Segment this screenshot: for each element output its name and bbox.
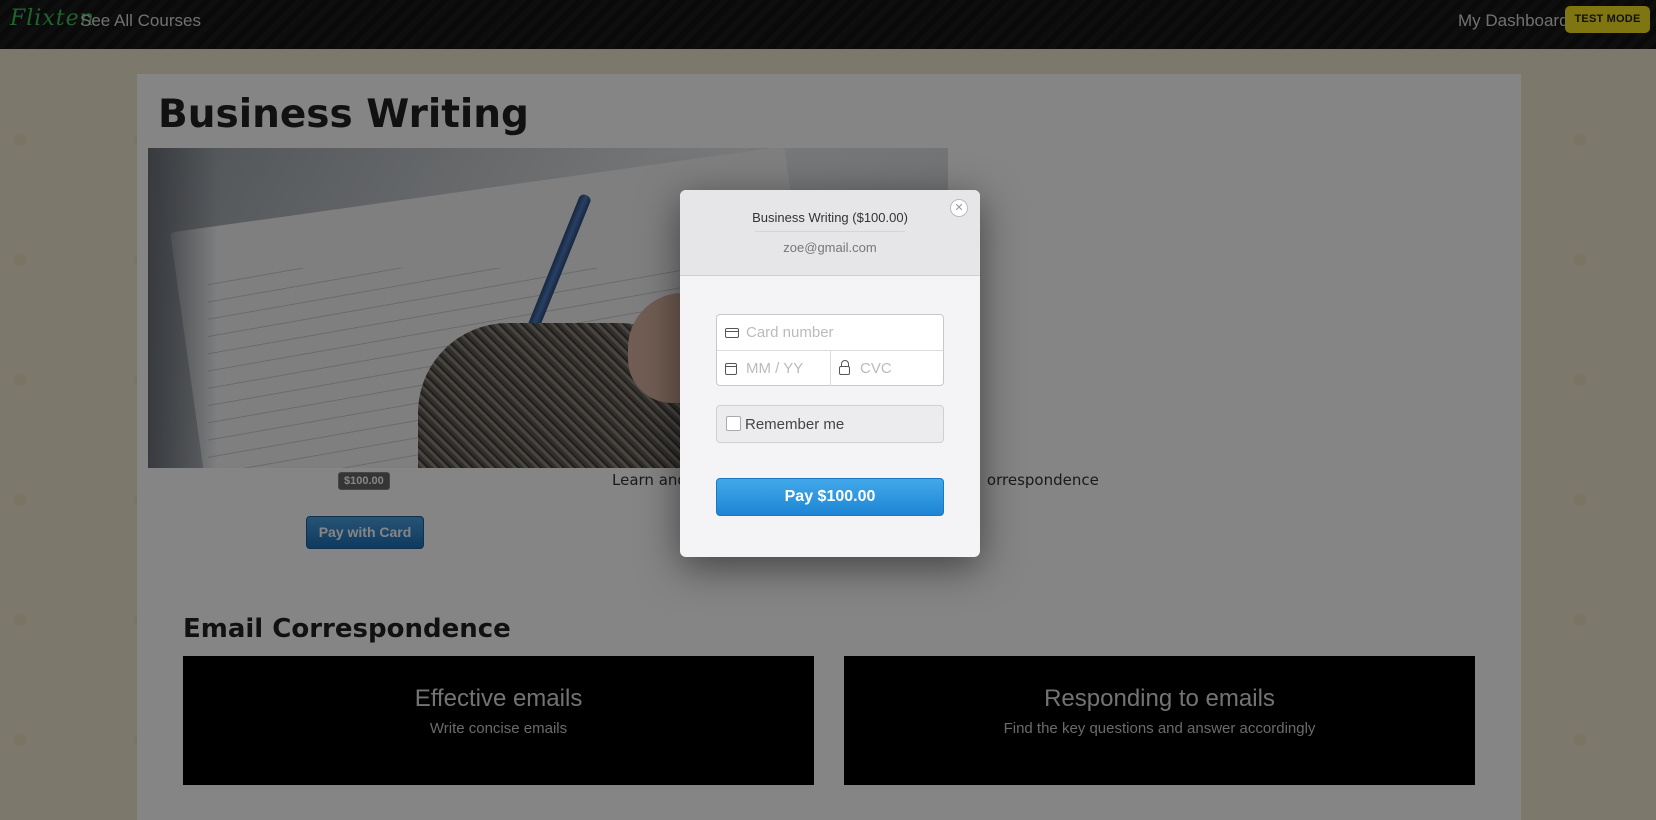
close-button[interactable]: ✕ [950, 199, 968, 217]
remember-me-checkbox[interactable] [726, 416, 741, 431]
checkout-modal: Business Writing ($100.00) zoe@gmail.com… [680, 190, 980, 557]
checkout-email: zoe@gmail.com [783, 240, 877, 255]
cvc-placeholder: CVC [860, 360, 892, 377]
field-divider [830, 350, 831, 386]
header-divider [755, 231, 905, 232]
credit-card-icon [725, 328, 739, 338]
calendar-icon [725, 363, 737, 375]
cvc-input[interactable]: CVC [839, 360, 939, 378]
checkout-title: Business Writing ($100.00) [752, 210, 908, 225]
pay-button[interactable]: Pay $100.00 [716, 478, 944, 516]
card-number-placeholder: Card number [746, 324, 834, 341]
remember-me-label: Remember me [745, 416, 845, 433]
lock-icon [839, 360, 850, 375]
remember-me-toggle[interactable]: Remember me [716, 405, 944, 443]
close-icon: ✕ [954, 202, 964, 214]
card-number-input[interactable]: Card number [725, 324, 937, 342]
checkout-header: Business Writing ($100.00) zoe@gmail.com [680, 190, 980, 276]
expiry-placeholder: MM / YY [746, 360, 804, 377]
card-details-group: Card number MM / YY CVC [716, 314, 944, 386]
expiry-input[interactable]: MM / YY [725, 360, 825, 378]
